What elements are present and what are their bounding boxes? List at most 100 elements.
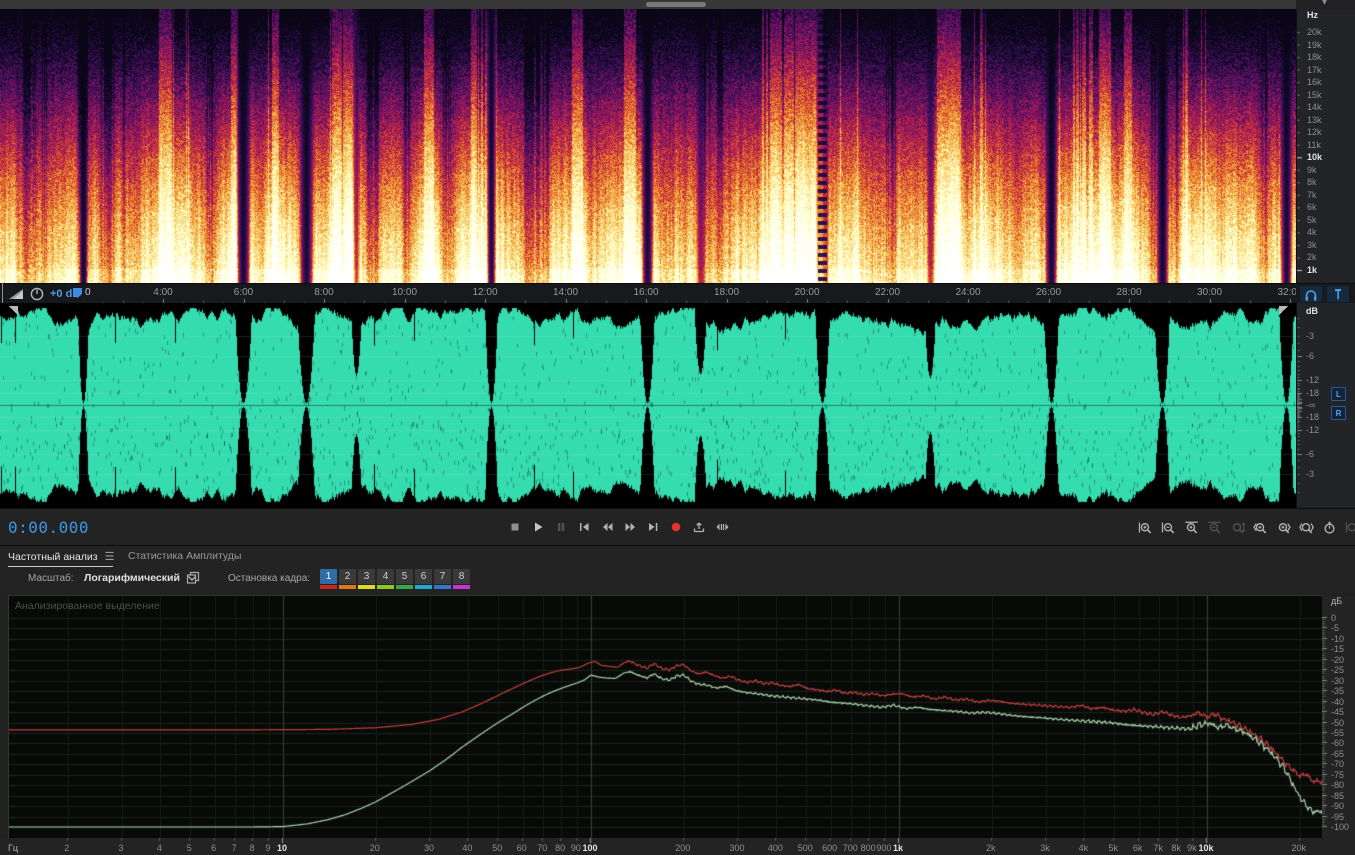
fast-forward-icon	[625, 523, 635, 531]
plot-hz-tick-label: 70	[537, 843, 548, 853]
freq-tick-label: 12k	[1307, 127, 1322, 138]
zoom-in-full-icon	[1185, 521, 1198, 534]
plot-hz-tick-label: 2k	[985, 843, 996, 853]
hold-color-swatch	[415, 585, 432, 589]
zoom-in-icon	[1138, 522, 1152, 534]
hold-button-3[interactable]: 3	[358, 569, 375, 589]
transport-bar: 0:00.000	[0, 508, 1355, 546]
hold-button-6[interactable]: 6	[415, 569, 432, 589]
hold-button-5[interactable]: 5	[396, 569, 413, 589]
plot-hz-tick-label: 100	[582, 843, 598, 853]
rewind-button[interactable]	[597, 517, 616, 537]
channel-badge-left[interactable]: L	[1331, 387, 1346, 401]
freq-tick-label: 4k	[1307, 227, 1317, 238]
hold-button-2[interactable]: 2	[339, 569, 356, 589]
tab-label: Статистика Амплитуды	[128, 550, 242, 562]
fade-envelope-icon[interactable]	[8, 288, 24, 300]
copy-graph-button[interactable]	[186, 571, 200, 585]
record-icon	[671, 522, 680, 532]
spectrogram-scrollbar[interactable]	[0, 0, 1296, 9]
hold-button-7[interactable]: 7	[434, 569, 451, 589]
marker-icon[interactable]	[72, 287, 83, 299]
spectral-ruler-menu-arrow[interactable]: ▾	[1322, 0, 1327, 8]
waveform-canvas[interactable]	[0, 303, 1296, 508]
scale-label: Масштаб:	[28, 573, 74, 584]
pin-icon	[1335, 288, 1341, 299]
freq-tick-label: 13k	[1307, 114, 1322, 125]
gain-knob-icon[interactable]	[30, 287, 44, 301]
plot-db-tick-label: -70	[1331, 759, 1345, 770]
hold-button-4[interactable]: 4	[377, 569, 394, 589]
plot-hz-tick-label: 8	[249, 843, 255, 853]
freq-tick-label: 8k	[1307, 177, 1317, 188]
plot-hz-tick-label: 7	[231, 843, 237, 853]
fade-out-handle[interactable]	[1279, 306, 1288, 315]
record-button[interactable]	[666, 517, 685, 537]
plot-hz-tick-label: 200	[675, 843, 691, 853]
zoom-in-button[interactable]	[1136, 517, 1155, 537]
plot-db-ruler: дБ 0 -5 -10 -15 -20 -25 -30 -35 -40 -45 -50 -55 -60-…	[1322, 595, 1355, 838]
plot-hz-tick-label: 600	[822, 843, 838, 853]
loop-playback-button[interactable]	[689, 517, 708, 537]
plot-hz-tick-label: 90	[570, 843, 581, 853]
plot-hz-tick-label: 6	[211, 843, 217, 853]
zoom-to-selection-icon	[1299, 522, 1314, 534]
panel-menu-icon[interactable]: ☰	[105, 550, 115, 563]
freq-tick-label: 1k	[1307, 265, 1318, 275]
plot-hz-tick-label: 400	[767, 843, 783, 853]
pin-timeline-button[interactable]	[1327, 286, 1349, 302]
zoom-in-at-in-point-button[interactable]	[1251, 517, 1270, 537]
panel-tab-bar: Частотный анализ ☰ Статистика Амплитуды	[0, 545, 1355, 568]
fast-forward-button[interactable]	[620, 517, 639, 537]
scrollbar-handle[interactable]	[646, 2, 706, 7]
plot-hz-unit: Гц	[8, 843, 19, 853]
scale-dropdown-value: Логарифмический	[84, 572, 180, 584]
freq-tick-label: 15k	[1307, 89, 1322, 100]
plot-hz-tick-label: 10	[276, 843, 288, 853]
scale-dropdown[interactable]: Логарифмический	[78, 569, 202, 587]
plot-db-tick-label: -90	[1331, 801, 1345, 812]
zoom-out-button[interactable]	[1159, 517, 1178, 537]
plot-hz-tick-label: 3	[118, 843, 124, 853]
frequency-plot[interactable]: Анализированное выделение	[8, 595, 1324, 840]
skip-to-start-icon	[579, 523, 588, 531]
hold-label: Остановка кадра:	[228, 573, 311, 584]
freq-tick-label: 6k	[1307, 202, 1317, 213]
timeline-ruler[interactable]: 4:006:008:0010:0012:0014:0016:0018:0020:…	[0, 283, 1355, 305]
plot-db-tick-label: -85	[1331, 790, 1345, 801]
plot-hz-tick-label: 60	[516, 843, 527, 853]
hold-button-1[interactable]: 1	[320, 569, 337, 589]
tab-amplitude-statistics[interactable]: Статистика Амплитуды	[128, 550, 241, 562]
plot-hz-tick-label: 20	[369, 843, 380, 853]
tab-frequency-analysis[interactable]: Частотный анализ ☰	[8, 550, 115, 567]
freq-tick-label: 2k	[1307, 252, 1317, 263]
spectrogram-canvas[interactable]	[0, 9, 1296, 283]
pause-button	[551, 517, 570, 537]
analyzed-selection-label: Анализированное выделение	[15, 600, 160, 612]
skip-to-start-button[interactable]	[574, 517, 593, 537]
plot-db-tick-label: -80	[1331, 780, 1345, 791]
plot-db-tick-label: -35	[1331, 686, 1345, 697]
zoom-in-at-out-point-button[interactable]	[1274, 517, 1293, 537]
hold-color-swatch	[320, 585, 337, 589]
monitor-headphones-button[interactable]	[1300, 286, 1322, 302]
skip-selection-button[interactable]	[712, 517, 731, 537]
plot-hz-tick-label: 40	[462, 843, 473, 853]
time-display[interactable]: 0:00.000	[8, 518, 89, 537]
reset-zoom-button[interactable]	[1320, 517, 1339, 537]
hold-button-8[interactable]: 8	[453, 569, 470, 589]
plot-db-tick-label: -100	[1331, 822, 1350, 832]
channel-badge-right[interactable]: R	[1331, 406, 1346, 420]
zoom-in-full-button[interactable]	[1182, 517, 1201, 537]
stop-button[interactable]	[505, 517, 524, 537]
freq-analysis-controls: Масштаб: Логарифмический Остановка кадра…	[0, 567, 1355, 593]
zoom-to-selection-button[interactable]	[1297, 517, 1316, 537]
zoom-out-full-button	[1205, 517, 1224, 537]
plot-hz-tick-label: 6k	[1132, 843, 1143, 853]
fade-in-handle[interactable]	[9, 306, 18, 315]
skip-to-end-button[interactable]	[643, 517, 662, 537]
play-button[interactable]	[528, 517, 547, 537]
copy-icon	[186, 571, 200, 584]
freq-tick-label: 16k	[1307, 77, 1322, 88]
plot-hz-tick-label: 30	[423, 843, 434, 853]
